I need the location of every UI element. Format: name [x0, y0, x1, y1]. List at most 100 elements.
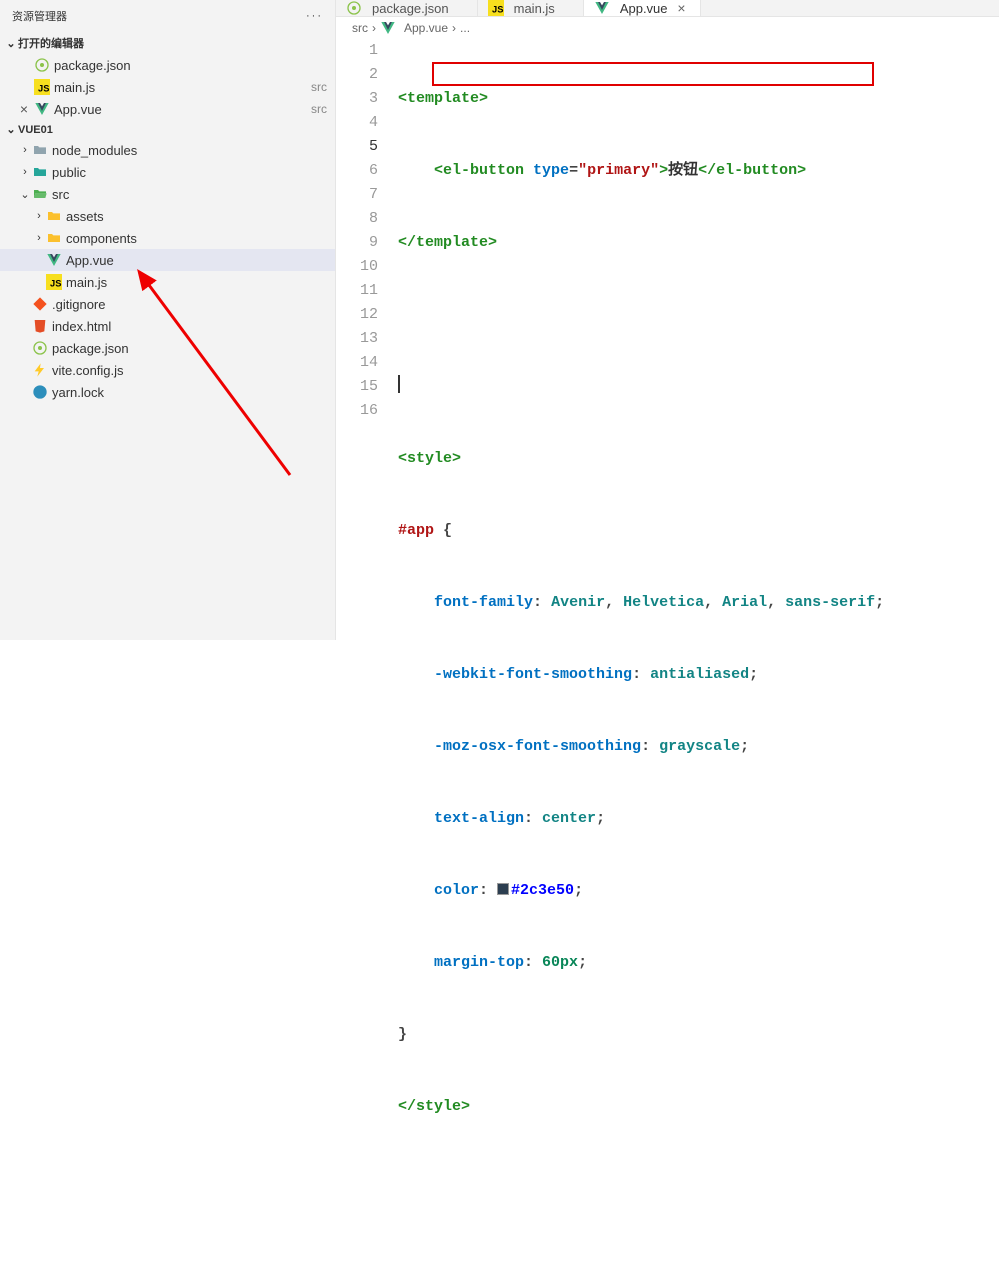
code-token: sans-serif — [785, 594, 875, 611]
chevron-down-icon[interactable]: ⌄ — [18, 188, 32, 201]
editor-area: package.jsonJSmain.jsApp.vue× src › App.… — [336, 0, 999, 640]
editor-tab[interactable]: JS main.js — [478, 0, 584, 16]
line-number: 14 — [336, 351, 378, 375]
folder-icon — [32, 142, 48, 158]
code-content[interactable]: <template> <el-button type="primary">按钮<… — [394, 39, 999, 1263]
vue-icon — [34, 101, 50, 117]
file-path: src — [311, 80, 327, 94]
file-tree-item[interactable]: ›assets — [0, 205, 335, 227]
file-tree: › node_modules › public ⌄src›assets›componen… — [0, 139, 335, 403]
js-icon: JS — [488, 0, 504, 16]
file-tree-item[interactable]: .gitignore — [0, 293, 335, 315]
code-token: , — [605, 594, 623, 611]
open-editors-header[interactable]: ⌄ 打开的编辑器 — [0, 32, 335, 54]
breadcrumb-segment[interactable]: App.vue — [404, 21, 448, 35]
line-number: 10 — [336, 255, 378, 279]
file-tree-item[interactable]: ›components — [0, 227, 335, 249]
file-tree-item[interactable]: › node_modules — [0, 139, 335, 161]
project-header[interactable]: ⌄ VUE01 — [0, 120, 335, 139]
js-icon: JS — [34, 79, 50, 95]
close-icon[interactable]: × — [674, 0, 690, 16]
file-tree-item[interactable]: ⌄src — [0, 183, 335, 205]
folder-yellow-icon — [46, 230, 62, 246]
folder-teal-icon — [32, 164, 48, 180]
project-title: VUE01 — [18, 124, 53, 136]
line-number: 9 — [336, 231, 378, 255]
line-number: 5 — [336, 135, 378, 159]
npm-icon — [34, 57, 50, 73]
code-token: > — [659, 162, 668, 179]
code-token: #app — [398, 522, 434, 539]
code-token: : — [533, 594, 551, 611]
close-icon[interactable]: × — [16, 101, 32, 117]
line-number: 1 — [336, 39, 378, 63]
chevron-down-icon: ⌄ — [4, 37, 18, 50]
line-number: 7 — [336, 183, 378, 207]
code-token: </el-button> — [698, 162, 806, 179]
open-editor-item[interactable]: JSmain.jssrc — [0, 76, 335, 98]
file-tree-item[interactable]: › public — [0, 161, 335, 183]
chevron-right-icon[interactable]: › — [18, 166, 32, 178]
chevron-down-icon: ⌄ — [4, 123, 18, 136]
editor-tab[interactable]: App.vue× — [584, 0, 701, 16]
file-tree-item[interactable]: yarn.lock — [0, 381, 335, 403]
breadcrumb[interactable]: src › App.vue › ... — [336, 17, 999, 39]
code-token: = — [569, 162, 578, 179]
file-name: App.vue — [54, 102, 305, 117]
open-editor-item[interactable]: package.json — [0, 54, 335, 76]
chevron-right-icon[interactable]: › — [18, 144, 32, 156]
file-name: App.vue — [66, 253, 327, 268]
line-number: 6 — [336, 159, 378, 183]
file-tree-item[interactable]: App.vue — [0, 249, 335, 271]
code-token: type — [533, 162, 569, 179]
yarn-icon — [32, 384, 48, 400]
bolt-icon — [32, 362, 48, 378]
tab-label: package.json — [372, 1, 449, 16]
file-name: .gitignore — [52, 297, 327, 312]
chevron-right-icon: › — [452, 21, 456, 35]
js-icon: JS — [46, 274, 62, 290]
chevron-right-icon: › — [372, 21, 376, 35]
file-name: node_modules — [52, 143, 327, 158]
npm-icon — [32, 340, 48, 356]
code-token: <el-button — [434, 162, 524, 179]
code-token: font-family — [434, 594, 533, 611]
file-name: index.html — [52, 319, 327, 334]
breadcrumb-segment[interactable]: src — [352, 21, 368, 35]
tab-bar: package.json JS main.js App.vue× — [336, 0, 999, 17]
open-editor-item[interactable]: ×App.vuesrc — [0, 98, 335, 120]
code-token: Arial — [722, 594, 767, 611]
breadcrumb-segment[interactable]: ... — [460, 21, 470, 35]
tab-label: main.js — [514, 1, 555, 16]
code-token: 按钮 — [668, 162, 698, 179]
file-tree-item[interactable]: vite.config.js — [0, 359, 335, 381]
file-tree-item[interactable]: package.json — [0, 337, 335, 359]
chevron-right-icon[interactable]: › — [32, 210, 46, 222]
code-token: #2c3e50 — [511, 882, 574, 899]
more-icon[interactable]: ··· — [306, 10, 323, 22]
code-editor[interactable]: 12345678910111213141516 <template> <el-b… — [336, 39, 999, 1263]
code-token: antialiased — [650, 666, 749, 683]
folder-open-icon — [32, 186, 48, 202]
code-token: , — [704, 594, 722, 611]
explorer-header: 资源管理器 ··· — [0, 0, 335, 32]
line-number: 13 — [336, 327, 378, 351]
file-tree-item[interactable]: JSmain.js — [0, 271, 335, 293]
code-token: <template> — [398, 90, 488, 107]
folder-yellow-icon — [46, 208, 62, 224]
file-tree-item[interactable]: index.html — [0, 315, 335, 337]
chevron-right-icon[interactable]: › — [32, 232, 46, 244]
line-number: 12 — [336, 303, 378, 327]
editor-tab[interactable]: package.json — [336, 0, 478, 16]
vue-icon — [46, 252, 62, 268]
file-name: vite.config.js — [52, 363, 327, 378]
line-numbers: 12345678910111213141516 — [336, 39, 394, 1263]
git-icon — [32, 296, 48, 312]
code-token: Avenir — [551, 594, 605, 611]
vue-icon — [594, 0, 610, 16]
code-token: color — [434, 882, 479, 899]
line-number: 8 — [336, 207, 378, 231]
explorer-title: 资源管理器 — [12, 8, 67, 24]
code-token: ; — [875, 594, 884, 611]
file-name: public — [52, 165, 327, 180]
